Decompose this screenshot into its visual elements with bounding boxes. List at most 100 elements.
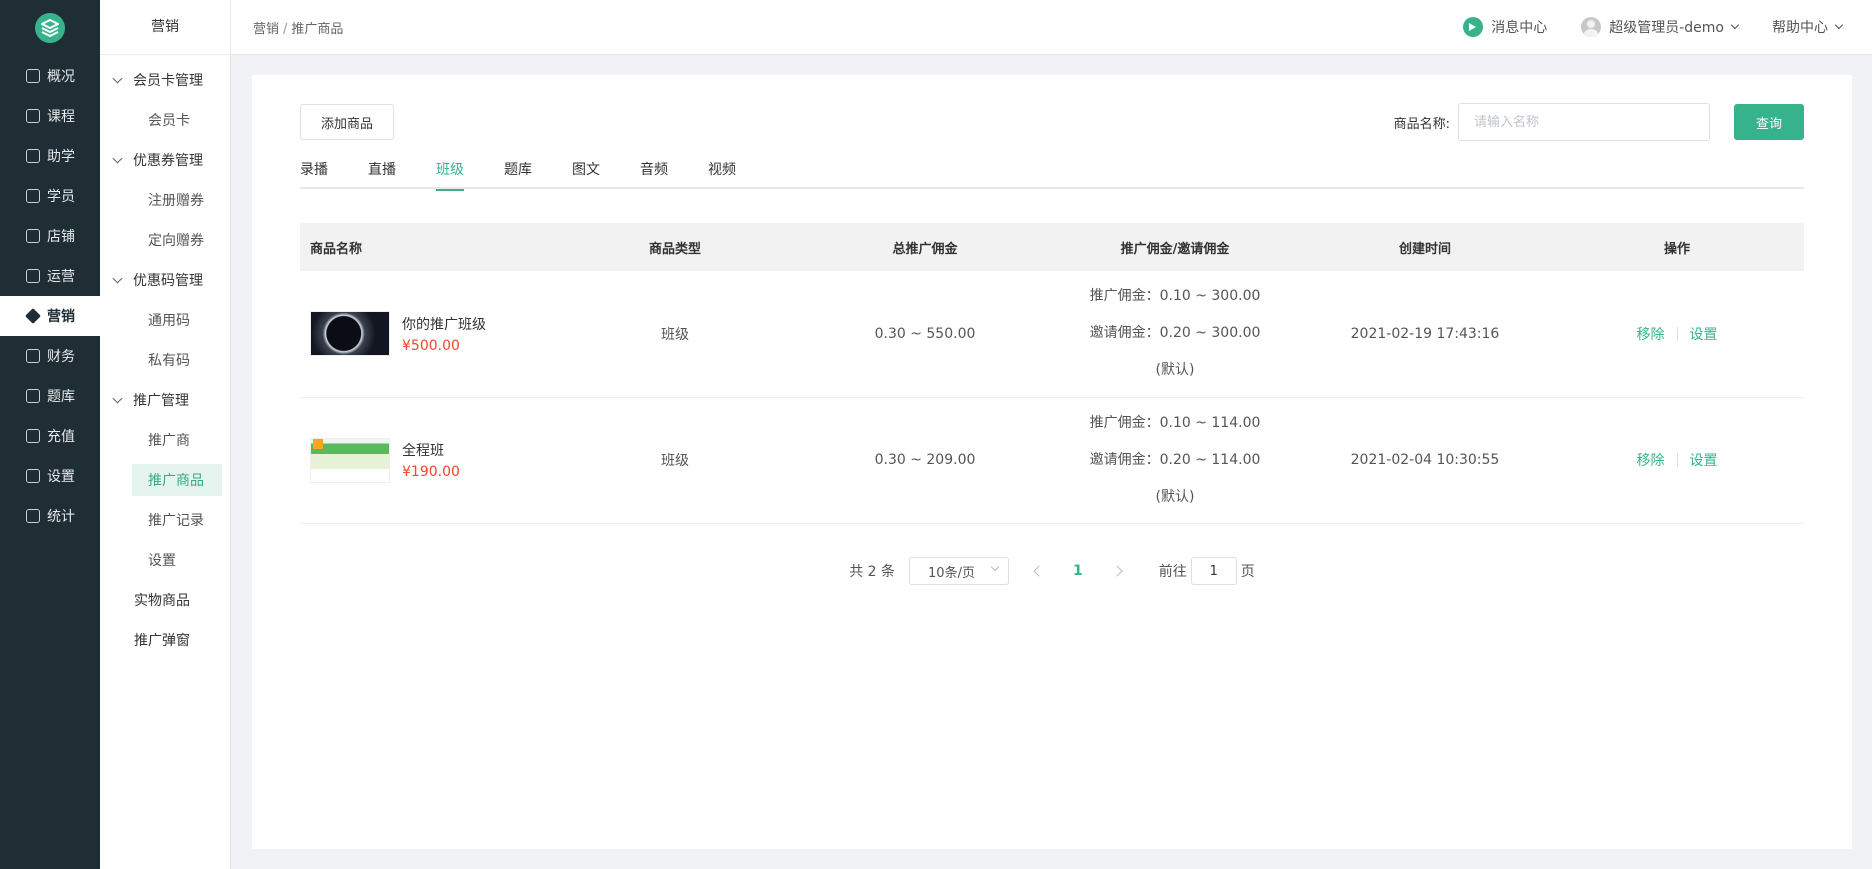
promo-commission: 推广佣金：0.10 ~ 114.00: [1089, 414, 1261, 431]
nav-item-recharge[interactable]: 充值: [0, 416, 100, 456]
avatar: [1581, 17, 1602, 37]
nav-item-physical-goods[interactable]: 实物商品: [100, 580, 230, 620]
group-promo-code[interactable]: 优惠码管理: [100, 260, 230, 300]
total-commission: 0.30 ~ 209.00: [800, 397, 1050, 524]
sub-item-targeted-coupon[interactable]: 定向赠券: [100, 220, 230, 260]
nav-item-operation[interactable]: 运营: [0, 256, 100, 296]
nav-item-finance[interactable]: 财务: [0, 336, 100, 376]
primary-sidebar: 概况 课程 助学 学员 店铺 运营 营销 财务 题库 充值 设置 统计: [0, 0, 100, 869]
nav-label: 营销: [47, 309, 75, 325]
nav-item-student[interactable]: 学员: [0, 176, 100, 216]
nav-item-assist[interactable]: 助学: [0, 136, 100, 176]
group-promotion[interactable]: 推广管理: [100, 380, 230, 420]
nav-item-course[interactable]: 课程: [0, 96, 100, 136]
prev-page-button[interactable]: [1033, 565, 1045, 577]
tab-question-bank[interactable]: 题库: [504, 159, 532, 189]
tag-icon: [25, 308, 41, 324]
nav-item-question-bank[interactable]: 题库: [0, 376, 100, 416]
table-header-row: 商品名称 商品类型 总推广佣金 推广佣金/邀请佣金 创建时间 操作: [300, 223, 1804, 271]
add-product-button[interactable]: 添加商品: [300, 104, 395, 140]
page-number-current[interactable]: 1: [1073, 563, 1083, 579]
user-menu[interactable]: 超级管理员-demo: [1581, 17, 1740, 37]
nav-label: 店铺: [47, 229, 75, 245]
help-center-menu[interactable]: 帮助中心: [1772, 17, 1844, 37]
book-icon: [26, 109, 40, 123]
product-info: 你的推广班级 ¥500.00: [310, 311, 550, 357]
remove-button[interactable]: 移除: [1625, 450, 1677, 470]
chevron-down-icon: [112, 73, 123, 83]
secondary-sidebar: 营销 会员卡管理 会员卡 优惠券管理 注册赠券 定向赠券 优惠码管理 通用码 私…: [100, 0, 231, 869]
monitor-icon: [26, 69, 40, 83]
sub-item-promotion-records[interactable]: 推广记录: [100, 500, 230, 540]
sub-item-register-coupon[interactable]: 注册赠券: [100, 180, 230, 220]
nav-label: 课程: [47, 109, 75, 125]
pagination: 共 2 条 10条/页 1 前往 页: [252, 557, 1852, 585]
breadcrumb-item[interactable]: 营销: [253, 22, 279, 37]
column-header: 操作: [1550, 223, 1804, 271]
main-content: 添加商品 商品名称: 查询 录播 直播 班级 题库 图文 音频 视频 商品名称 …: [252, 75, 1852, 849]
search-input[interactable]: [1458, 103, 1710, 141]
goto-label: 前往: [1158, 564, 1187, 580]
nav-item-promo-popup[interactable]: 推广弹窗: [100, 620, 230, 660]
tab-class[interactable]: 班级: [436, 159, 464, 191]
sub-item-private-code[interactable]: 私有码: [100, 340, 230, 380]
speaker-icon: [1463, 17, 1484, 37]
toolbar: 添加商品 商品名称: 查询: [300, 103, 1804, 141]
goto-page-input[interactable]: [1190, 557, 1237, 585]
app-logo[interactable]: [0, 0, 100, 56]
sub-item-promotion-settings[interactable]: 设置: [100, 540, 230, 580]
nav-label: 助学: [47, 149, 75, 165]
sub-item-membership-card[interactable]: 会员卡: [100, 100, 230, 140]
query-button[interactable]: 查询: [1734, 104, 1804, 140]
tab-article[interactable]: 图文: [572, 159, 600, 189]
table-row: 全程班 ¥190.00 班级 0.30 ~ 209.00 推广佣金：0.10 ~…: [300, 397, 1804, 524]
tab-live[interactable]: 直播: [368, 159, 396, 189]
nav-label: 统计: [47, 509, 75, 525]
total-commission: 0.30 ~ 550.00: [800, 271, 1050, 398]
nav-label: 充值: [47, 429, 75, 445]
sub-item-promoter[interactable]: 推广商: [100, 420, 230, 460]
group-coupon[interactable]: 优惠券管理: [100, 140, 230, 180]
row-actions: 移除 设置: [1550, 450, 1804, 470]
default-note: (默认): [1155, 488, 1195, 505]
nav-item-statistics[interactable]: 统计: [0, 496, 100, 536]
page-size-select[interactable]: 10条/页: [909, 557, 1010, 585]
column-header: 总推广佣金: [800, 223, 1050, 271]
nav-item-marketing[interactable]: 营销: [0, 296, 100, 336]
chevron-down-icon: [112, 393, 123, 403]
tab-video[interactable]: 视频: [708, 159, 736, 189]
chevron-down-icon: [112, 273, 123, 283]
page-suffix: 页: [1240, 564, 1255, 580]
tab-audio[interactable]: 音频: [640, 159, 668, 189]
promo-commission: 推广佣金：0.10 ~ 300.00: [1089, 288, 1261, 305]
settings-button[interactable]: 设置: [1678, 450, 1730, 470]
nav-label: 设置: [47, 469, 75, 485]
group-label: 会员卡管理: [133, 73, 203, 89]
chevron-down-icon: [1834, 20, 1844, 30]
secondary-sidebar-title: 营销: [100, 0, 230, 55]
edit-icon: [26, 389, 40, 403]
sub-item-general-code[interactable]: 通用码: [100, 300, 230, 340]
gear-icon: [26, 469, 40, 483]
money-icon: [26, 349, 40, 363]
row-actions: 移除 设置: [1550, 324, 1804, 344]
group-label: 推广管理: [133, 393, 189, 409]
nav-label: 概况: [47, 69, 75, 85]
group-membership-card[interactable]: 会员卡管理: [100, 60, 230, 100]
nav-item-settings[interactable]: 设置: [0, 456, 100, 496]
nav-item-overview[interactable]: 概况: [0, 56, 100, 96]
search-label: 商品名称:: [1393, 116, 1450, 132]
remove-button[interactable]: 移除: [1625, 324, 1677, 344]
settings-button[interactable]: 设置: [1678, 324, 1730, 344]
sub-item-promoted-products[interactable]: 推广商品: [132, 464, 222, 496]
nav-item-shop[interactable]: 店铺: [0, 216, 100, 256]
tab-recorded[interactable]: 录播: [300, 159, 328, 189]
ops-cell: 移除 设置: [1550, 397, 1804, 524]
bar-chart-icon: [26, 509, 40, 523]
next-page-button[interactable]: [1111, 565, 1123, 577]
breadcrumb-separator: /: [283, 21, 288, 37]
product-cell: 全程班 ¥190.00: [300, 397, 550, 524]
message-center-link[interactable]: 消息中心: [1463, 17, 1547, 37]
default-note: (默认): [1155, 362, 1195, 379]
group-label: 优惠券管理: [133, 153, 203, 169]
